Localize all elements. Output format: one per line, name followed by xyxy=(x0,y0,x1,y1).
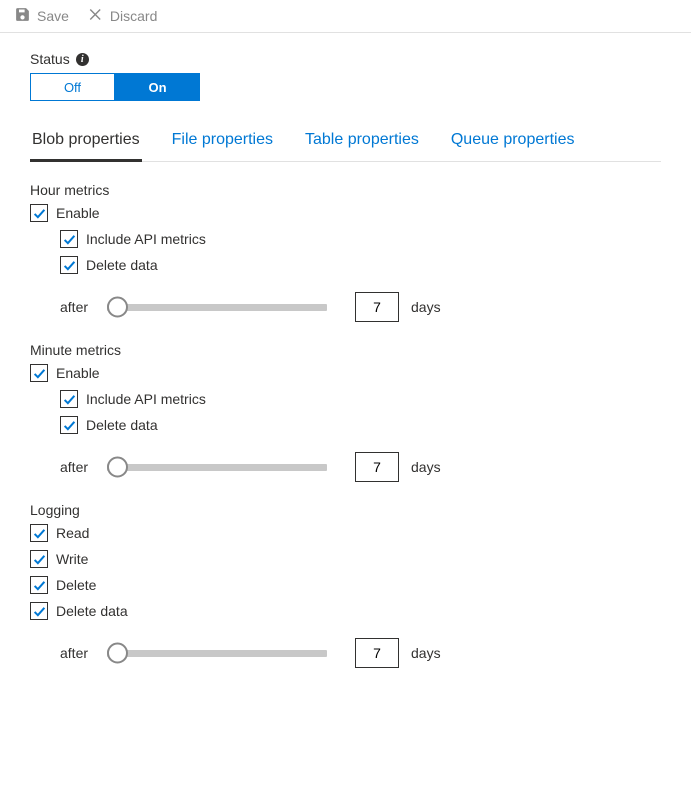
slider-thumb[interactable] xyxy=(107,457,128,478)
checkbox-hour-enable[interactable] xyxy=(30,204,48,222)
checkbox-minute-delete-data[interactable] xyxy=(60,416,78,434)
info-icon[interactable]: i xyxy=(76,53,89,66)
status-label: Status xyxy=(30,51,70,67)
checkbox-label: Delete data xyxy=(56,603,128,619)
slider-thumb[interactable] xyxy=(107,643,128,664)
checkbox-logging-delete-data[interactable] xyxy=(30,602,48,620)
toolbar: Save Discard xyxy=(0,0,691,33)
section-title: Minute metrics xyxy=(30,342,661,358)
days-label: days xyxy=(411,299,441,315)
section-minute-metrics: Minute metrics Enable Include API metric… xyxy=(30,342,661,482)
checkbox-label: Include API metrics xyxy=(86,391,206,407)
close-icon xyxy=(87,6,104,26)
checkbox-label: Enable xyxy=(56,205,100,221)
checkbox-label: Delete data xyxy=(86,417,158,433)
status-off-button[interactable]: Off xyxy=(30,73,115,101)
discard-button[interactable]: Discard xyxy=(87,6,157,26)
slider-after-label: after xyxy=(60,645,95,661)
slider-thumb[interactable] xyxy=(107,297,128,318)
status-on-button[interactable]: On xyxy=(115,73,200,101)
input-logging-days[interactable] xyxy=(355,638,399,668)
save-icon xyxy=(14,6,31,26)
save-button[interactable]: Save xyxy=(14,6,69,26)
status-toggle: Off On xyxy=(30,73,661,101)
checkbox-logging-delete[interactable] xyxy=(30,576,48,594)
tab-file-properties[interactable]: File properties xyxy=(170,125,275,162)
checkbox-minute-api[interactable] xyxy=(60,390,78,408)
section-title: Logging xyxy=(30,502,661,518)
checkbox-minute-enable[interactable] xyxy=(30,364,48,382)
tab-queue-properties[interactable]: Queue properties xyxy=(449,125,577,162)
content: Status i Off On Blob properties File pro… xyxy=(0,33,691,706)
slider-minute-days[interactable] xyxy=(107,457,327,477)
slider-after-label: after xyxy=(60,459,95,475)
input-hour-days[interactable] xyxy=(355,292,399,322)
checkbox-hour-delete-data[interactable] xyxy=(60,256,78,274)
save-label: Save xyxy=(37,8,69,24)
section-hour-metrics: Hour metrics Enable Include API metrics … xyxy=(30,182,661,322)
checkbox-label: Enable xyxy=(56,365,100,381)
checkbox-logging-write[interactable] xyxy=(30,550,48,568)
checkbox-label: Read xyxy=(56,525,89,541)
status-row: Status i xyxy=(30,51,661,67)
section-title: Hour metrics xyxy=(30,182,661,198)
slider-hour-days[interactable] xyxy=(107,297,327,317)
days-label: days xyxy=(411,459,441,475)
section-logging: Logging Read Write Delete Delete data af… xyxy=(30,502,661,668)
checkbox-label: Include API metrics xyxy=(86,231,206,247)
slider-track xyxy=(107,650,327,657)
tab-blob-properties[interactable]: Blob properties xyxy=(30,125,142,162)
input-minute-days[interactable] xyxy=(355,452,399,482)
checkbox-logging-read[interactable] xyxy=(30,524,48,542)
tabs: Blob properties File properties Table pr… xyxy=(30,125,661,162)
slider-track xyxy=(107,464,327,471)
checkbox-label: Write xyxy=(56,551,88,567)
tab-table-properties[interactable]: Table properties xyxy=(303,125,421,162)
discard-label: Discard xyxy=(110,8,157,24)
checkbox-label: Delete xyxy=(56,577,96,593)
slider-track xyxy=(107,304,327,311)
days-label: days xyxy=(411,645,441,661)
slider-after-label: after xyxy=(60,299,95,315)
checkbox-hour-api[interactable] xyxy=(60,230,78,248)
checkbox-label: Delete data xyxy=(86,257,158,273)
slider-logging-days[interactable] xyxy=(107,643,327,663)
